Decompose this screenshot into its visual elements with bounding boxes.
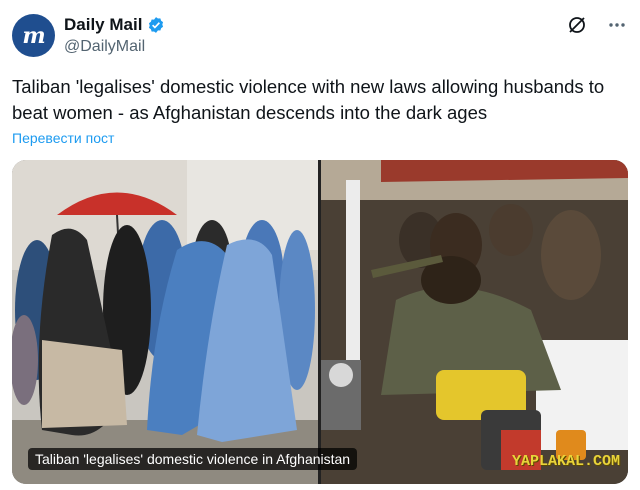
photo-taliban-fighters[interactable] (321, 160, 628, 484)
tweet-text: Taliban 'legalises' domestic violence wi… (12, 76, 605, 123)
author-name[interactable]: Daily Mail (64, 15, 142, 35)
author-row: Daily Mail (64, 15, 165, 35)
top-actions (566, 14, 628, 36)
media-container[interactable]: Taliban 'legalises' domestic violence in… (12, 160, 628, 484)
watermark: YAPLAKAL.COM (511, 453, 620, 470)
media-caption: Taliban 'legalises' domestic violence in… (28, 448, 358, 470)
grok-icon[interactable] (566, 14, 588, 36)
photo-women-burqas[interactable] (12, 160, 318, 484)
author-handle[interactable]: @DailyMail (64, 38, 145, 56)
avatar-logo: m (22, 22, 45, 49)
avatar[interactable]: m (12, 14, 55, 57)
translate-link[interactable]: Перевести пост (12, 130, 114, 146)
verified-badge-icon (149, 17, 164, 33)
more-dots-icon[interactable] (606, 14, 628, 36)
